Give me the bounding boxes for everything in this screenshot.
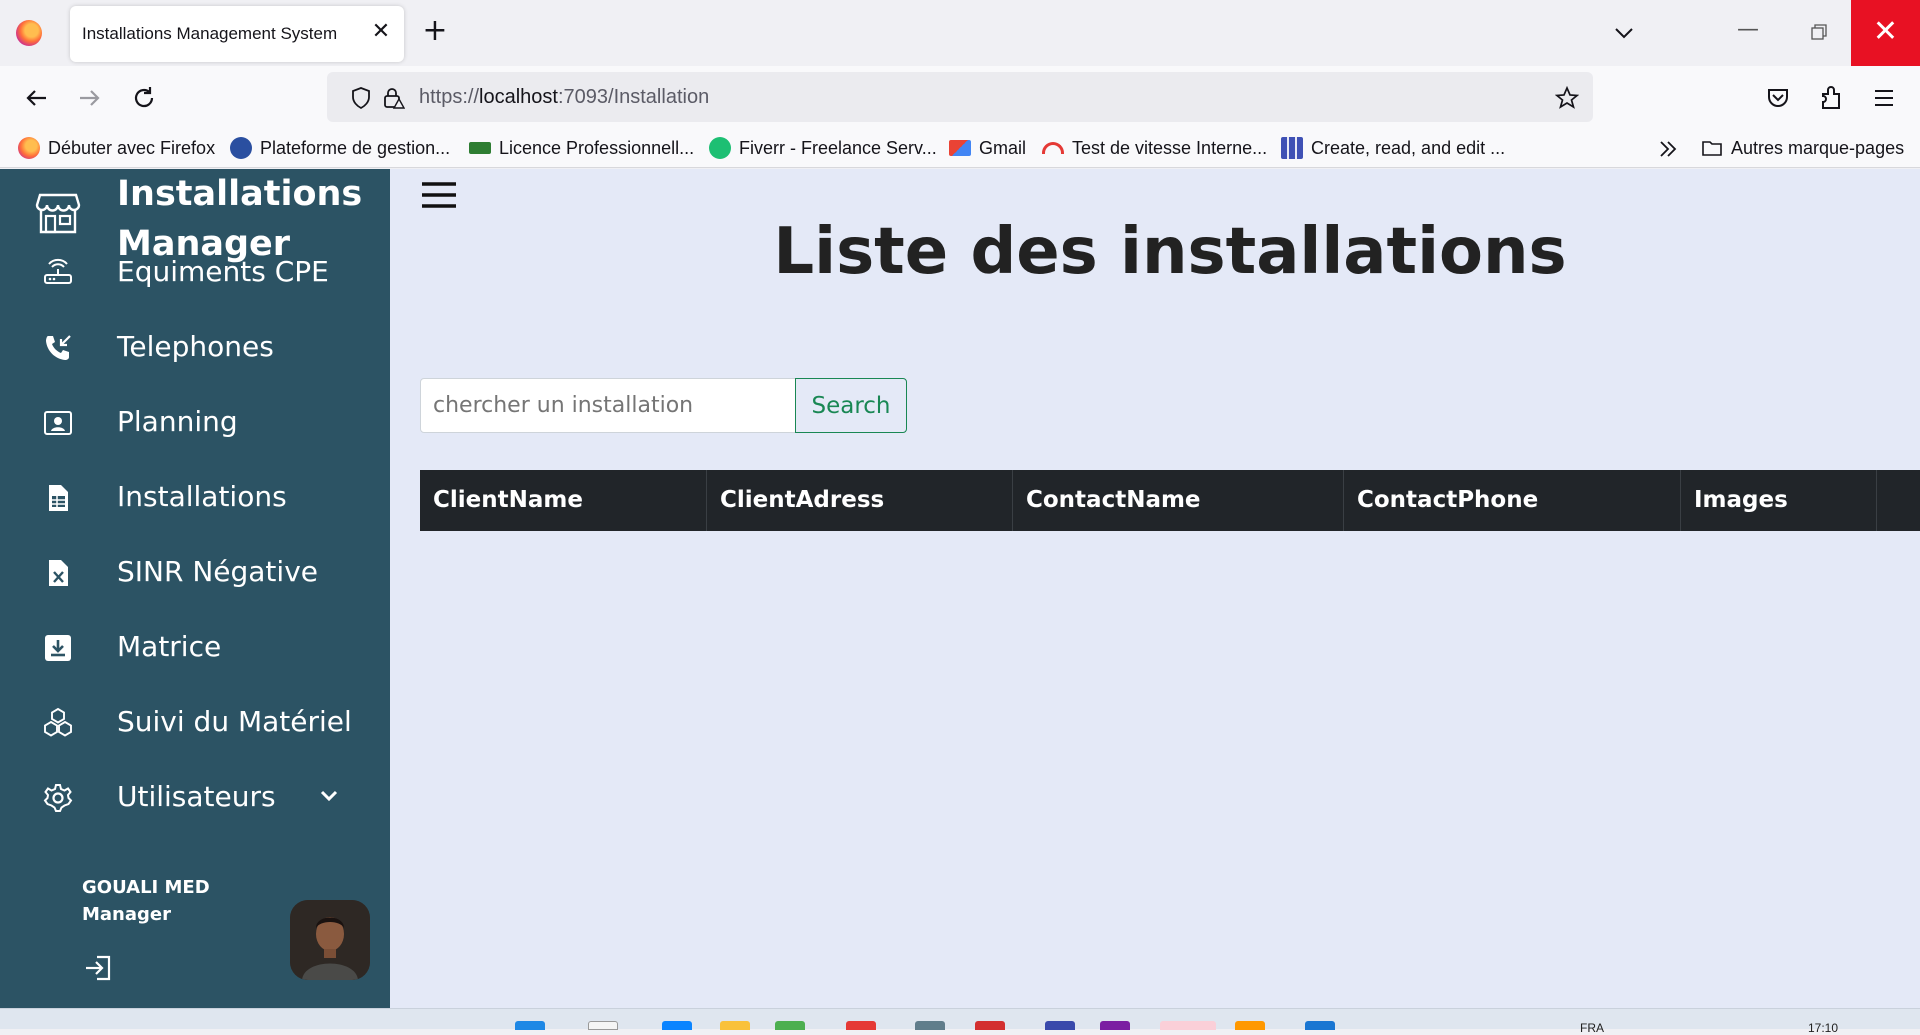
bookmark-label: Fiverr - Freelance Serv... <box>739 137 937 158</box>
url-host: localhost <box>479 86 558 108</box>
url-bar[interactable]: https://localhost:7093/Installation <box>327 72 1593 122</box>
window-minimize-button[interactable]: — <box>1730 18 1766 48</box>
sidebar-item-label: Installations <box>117 480 287 513</box>
bookmark-item[interactable]: Fiverr - Freelance Serv... <box>709 136 937 160</box>
language-indicator[interactable]: FRA <box>1580 1021 1604 1035</box>
sidebar-item-label: Planning <box>117 405 238 438</box>
other-bookmarks-folder[interactable]: Autres marque-pages <box>1701 136 1904 160</box>
search-input[interactable] <box>420 378 796 433</box>
download-box-icon <box>45 635 71 661</box>
column-header[interactable]: ContactPhone <box>1344 470 1681 531</box>
sidebar-item-matrice[interactable]: Matrice <box>0 616 390 676</box>
sidebar-item-label: Matrice <box>117 630 222 663</box>
sidebar-item-equipements-cpe[interactable]: Equiments CPE <box>0 241 390 301</box>
main-content: Liste des installations Search ClientNam… <box>390 169 1920 1008</box>
column-header[interactable]: ContactName <box>1013 470 1344 531</box>
folder-icon <box>1702 141 1722 156</box>
profile-role: Manager <box>82 904 171 925</box>
speedometer-icon <box>1042 142 1064 154</box>
logout-icon[interactable] <box>82 952 114 984</box>
column-header[interactable]: Images <box>1681 470 1877 531</box>
page-title: Liste des installations <box>773 215 1567 289</box>
bookmark-label: Gmail <box>979 137 1027 158</box>
os-taskbar: FRA 17:10 <box>0 1008 1920 1035</box>
table-header: ClientName ClientAdress ContactName Cont… <box>420 470 1920 531</box>
new-tab-button[interactable]: + <box>420 16 450 46</box>
sidebar-item-label: Telephones <box>117 330 274 363</box>
sidebar-item-planning[interactable]: Planning <box>0 391 390 451</box>
router-icon <box>44 258 72 284</box>
browser-tab-bar: Installations Management System ✕ + — ✕ <box>0 0 1920 66</box>
gear-icon <box>43 784 73 812</box>
web-page: Installations Manager Equiments CPE Tele… <box>0 169 1920 1008</box>
browser-nav-bar: https://localhost:7093/Installation <box>0 66 1920 128</box>
sidebar-toggle-icon[interactable] <box>420 179 458 211</box>
chevron-down-icon[interactable] <box>318 788 340 804</box>
avatar <box>290 900 370 980</box>
phone-incoming-icon <box>46 335 71 360</box>
fiverr-icon <box>709 137 731 159</box>
bookmark-item[interactable]: Gmail <box>949 136 1026 160</box>
sidebar-item-label: Equiments CPE <box>117 255 329 288</box>
other-bookmarks-label: Autres marque-pages <box>1731 137 1905 158</box>
sidebar-item-installations[interactable]: Installations <box>0 466 390 526</box>
tab-title: Installations Management System <box>82 24 338 43</box>
id-card-icon <box>44 411 72 435</box>
column-header[interactable]: ClientAdress <box>707 470 1013 531</box>
column-header[interactable]: ClientName <box>420 470 707 531</box>
grid-app-icon <box>1281 137 1303 159</box>
bookmark-label: Licence Professionnell... <box>499 137 695 158</box>
pocket-icon[interactable] <box>1762 82 1794 114</box>
chevron-double-right-icon[interactable] <box>1655 138 1681 160</box>
cubes-icon <box>44 707 72 737</box>
sidebar-item-label: Utilisateurs <box>117 780 276 813</box>
graduation-cap-icon <box>469 142 491 154</box>
bookmark-item[interactable]: Débuter avec Firefox <box>18 136 215 160</box>
bookmark-label: Débuter avec Firefox <box>48 137 216 158</box>
bookmarks-toolbar: Débuter avec Firefox Plateforme de gesti… <box>0 128 1920 168</box>
sidebar-item-label: Suivi du Matériel <box>117 705 352 738</box>
file-x-icon <box>49 560 68 586</box>
sidebar-item-utilisateurs[interactable]: Utilisateurs <box>0 766 390 826</box>
spreadsheet-icon <box>49 485 68 511</box>
bookmark-item[interactable]: Test de vitesse Interne... <box>1042 136 1267 160</box>
profile-photo <box>290 900 370 980</box>
clock[interactable]: 17:10 <box>1808 1021 1838 1035</box>
bookmark-item[interactable]: Create, read, and edit ... <box>1281 136 1505 160</box>
search-button[interactable]: Search <box>795 378 907 433</box>
extensions-icon[interactable] <box>1815 82 1847 114</box>
bookmark-label: Test de vitesse Interne... <box>1072 137 1268 158</box>
gmail-icon <box>949 140 971 156</box>
sidebar-item-suivi-materiel[interactable]: Suivi du Matériel <box>0 691 390 751</box>
column-header-actions <box>1877 470 1920 531</box>
forward-arrow-icon[interactable] <box>74 82 106 114</box>
profile-name: GOUALI MED <box>82 877 210 898</box>
hamburger-menu-icon[interactable] <box>1868 82 1900 114</box>
reload-icon[interactable] <box>128 82 160 114</box>
back-arrow-icon[interactable] <box>20 82 52 114</box>
lock-warning-icon[interactable] <box>381 86 405 110</box>
sidebar-item-telephones[interactable]: Telephones <box>0 316 390 376</box>
url-path: :7093/Installation <box>557 86 710 108</box>
globe-icon <box>230 137 252 159</box>
url-text[interactable]: https://localhost:7093/Installation <box>419 86 709 109</box>
store-icon <box>35 193 81 234</box>
tab-close-icon[interactable]: ✕ <box>368 19 394 45</box>
window-close-button[interactable]: ✕ <box>1851 0 1920 66</box>
bookmark-label: Create, read, and edit ... <box>1311 137 1506 158</box>
url-scheme: https:// <box>419 86 480 108</box>
sidebar-item-label: SINR Négative <box>117 555 318 588</box>
browser-tab-active[interactable]: Installations Management System ✕ <box>70 6 404 62</box>
bookmark-item[interactable]: Licence Professionnell... <box>469 136 694 160</box>
sidebar-item-sinr-negative[interactable]: SINR Négative <box>0 541 390 601</box>
window-restore-button[interactable] <box>1800 18 1836 48</box>
shield-icon[interactable] <box>349 86 373 110</box>
sidebar: Installations Manager Equiments CPE Tele… <box>0 169 390 1008</box>
bookmark-item[interactable]: Plateforme de gestion... <box>230 136 450 160</box>
firefox-menu-icon[interactable] <box>16 20 42 46</box>
firefox-icon <box>18 137 40 159</box>
bookmark-label: Plateforme de gestion... <box>260 137 451 158</box>
bookmark-star-icon[interactable] <box>1555 86 1579 110</box>
list-all-tabs-icon[interactable] <box>1610 20 1638 46</box>
